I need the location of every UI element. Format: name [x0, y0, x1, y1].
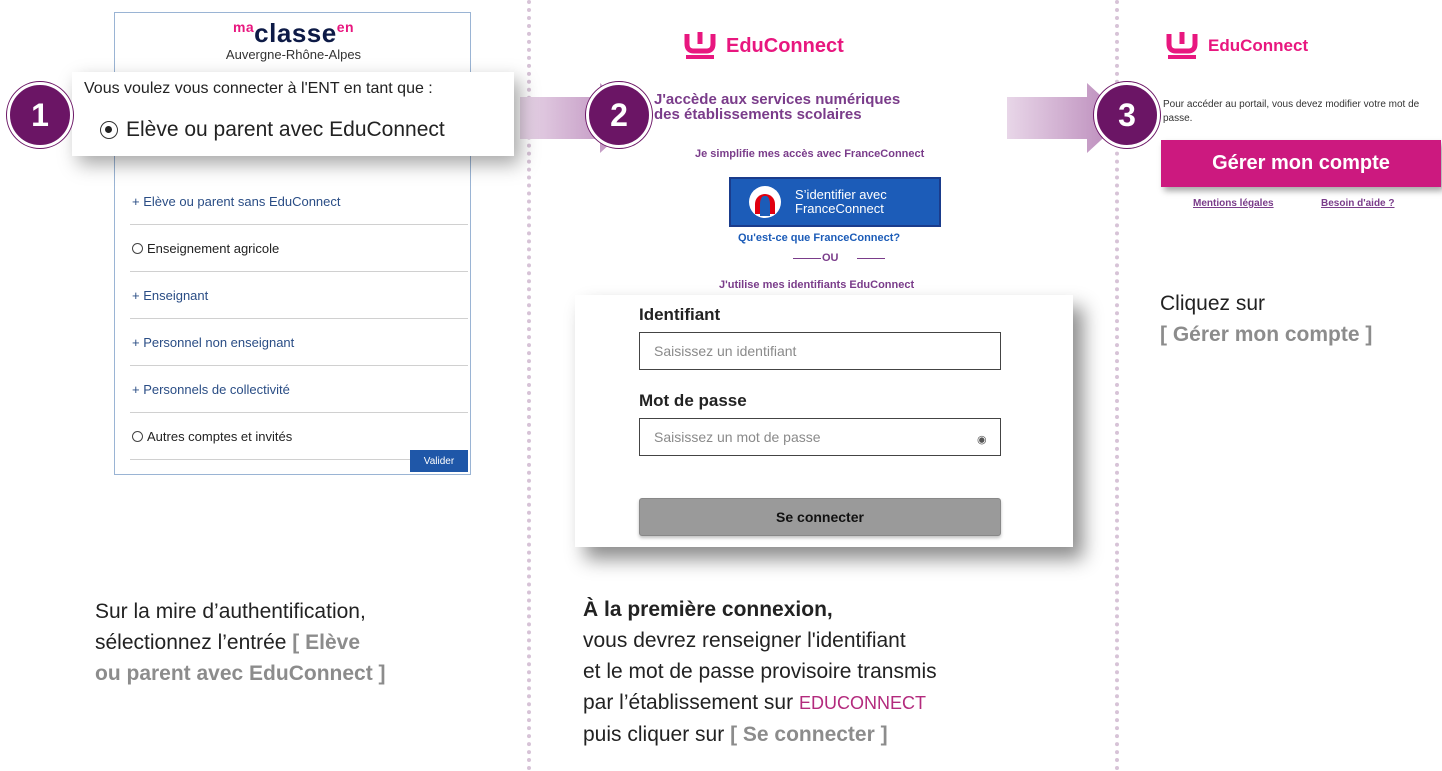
- manage-account-button[interactable]: Gérer mon compte: [1161, 140, 1441, 187]
- option-eleve-parent-sans-educonnect[interactable]: + Elève ou parent sans EduConnect: [130, 178, 468, 225]
- step1-caption: Sur la mire d’authentification, sélectio…: [95, 600, 386, 685]
- step-badge-3: 3: [1094, 82, 1160, 148]
- help-link[interactable]: Besoin d'aide ?: [1321, 198, 1395, 209]
- option-label: Elève ou parent avec EduConnect: [126, 118, 445, 141]
- step-badge-2: 2: [586, 82, 652, 148]
- password-label: Mot de passe: [639, 391, 747, 410]
- option-enseignement-agricole[interactable]: Enseignement agricole: [130, 225, 468, 272]
- educonnect-mark-icon: [1166, 32, 1198, 59]
- login-form: Identifiant Mot de passe ◉ Se connecter: [575, 295, 1073, 547]
- franceconnect-intro: Je simplifie mes accès avec FranceConnec…: [695, 148, 925, 160]
- step3-caption: Cliquez sur [ Gérer mon compte ]: [1160, 292, 1373, 346]
- educonnect-logo: EduConnect: [1166, 30, 1308, 62]
- radio-selected-icon[interactable]: [100, 121, 118, 139]
- franceconnect-info-link[interactable]: Qu'est-ce que FranceConnect?: [738, 232, 900, 244]
- radio-icon[interactable]: [132, 430, 143, 442]
- step-badge-1: 1: [7, 82, 73, 148]
- profile-option-list: + Elève ou parent sans EduConnect Enseig…: [130, 178, 468, 460]
- valider-button[interactable]: Valider: [410, 450, 468, 472]
- popup-title: Vous voulez vous connecter à l'ENT en ta…: [84, 80, 433, 97]
- educonnect-logo: EduConnect: [684, 30, 844, 62]
- maclasseen-logo: maclasseen Auvergne-Rhône-Alpes: [115, 13, 472, 63]
- option-enseignant[interactable]: + Enseignant: [130, 272, 468, 319]
- connect-button[interactable]: Se connecter: [639, 498, 1001, 536]
- or-divider: [793, 250, 885, 266]
- option-eleve-parent-educonnect[interactable]: Elève ou parent avec EduConnect: [100, 118, 445, 142]
- educonnect-logo-text: EduConnect: [726, 34, 844, 57]
- profile-choice-popup: Vous voulez vous connecter à l'ENT en ta…: [72, 72, 514, 156]
- franceconnect-logo-icon: [749, 186, 781, 218]
- show-password-icon[interactable]: ◉: [977, 433, 987, 446]
- legal-notice-link[interactable]: Mentions légales: [1193, 198, 1274, 209]
- logo-region: Auvergne-Rhône-Alpes: [225, 47, 362, 62]
- educonnect-heading: J'accède aux services numériques des éta…: [654, 91, 901, 123]
- identifier-input[interactable]: [639, 332, 1001, 370]
- educonnect-logo-text: EduConnect: [1208, 36, 1309, 55]
- or-text: OU: [822, 252, 839, 264]
- step2-caption: À la première connexion, vous devrez ren…: [583, 598, 937, 746]
- password-change-notice: Pour accéder au portail, vous devez modi…: [1163, 99, 1420, 124]
- option-personnels-collectivite[interactable]: + Personnels de collectivité: [130, 366, 468, 413]
- educonnect-mark-icon: [684, 32, 716, 59]
- option-personnel-non-enseignant[interactable]: + Personnel non enseignant: [130, 319, 468, 366]
- educonnect-ids-intro: J'utilise mes identifiants EduConnect: [719, 279, 915, 291]
- radio-icon[interactable]: [132, 242, 143, 254]
- identifier-label: Identifiant: [639, 305, 721, 324]
- password-input[interactable]: [639, 418, 1001, 456]
- franceconnect-button[interactable]: S’identifier avec FranceConnect: [729, 177, 941, 227]
